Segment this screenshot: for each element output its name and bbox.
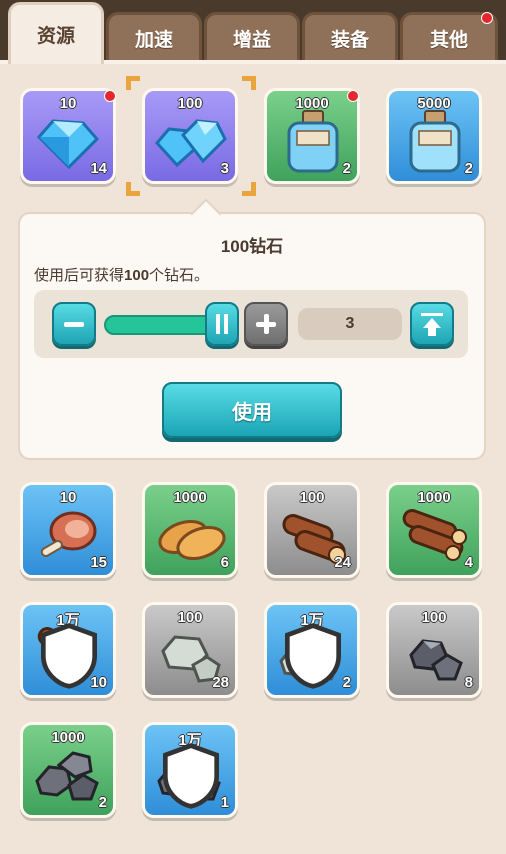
tab-other[interactable]: 其他 — [400, 12, 498, 62]
item-count: 6 — [220, 554, 229, 571]
notification-dot — [481, 12, 493, 24]
bread-icon — [158, 519, 226, 561]
item-ore[interactable]: 1000 2 — [20, 722, 116, 818]
item-bread[interactable]: 1000 6 — [142, 482, 238, 578]
item-count: 2 — [342, 674, 351, 691]
item-ore[interactable]: 100 8 — [386, 602, 482, 698]
tab-label: 装备 — [330, 30, 369, 51]
quantity-controls: 3 — [34, 290, 468, 358]
item-count: 24 — [334, 554, 351, 571]
item-meat[interactable]: 10 15 — [20, 482, 116, 578]
description-amount: 100 — [124, 267, 150, 284]
popup-pointer — [190, 198, 222, 230]
tab-speedup[interactable]: 加速 — [106, 12, 202, 62]
item-count: 8 — [464, 674, 473, 691]
category-tabs: 资源 加速 增益 装备 其他 — [0, 0, 506, 64]
tab-label: 其他 — [429, 30, 468, 51]
arrow-stem — [428, 328, 436, 336]
max-icon — [421, 313, 443, 316]
tab-label: 资源 — [36, 26, 75, 47]
wood-pile-icon — [402, 509, 467, 561]
tab-boost[interactable]: 增益 — [204, 12, 300, 62]
item-exp-potion-1000[interactable]: 1000 2 — [264, 88, 360, 184]
tab-label: 加速 — [134, 30, 173, 51]
tab-resources[interactable]: 资源 — [8, 2, 104, 64]
tab-equipment[interactable]: 装备 — [302, 12, 398, 62]
item-wood-bundle[interactable]: 1万 10 — [20, 602, 116, 698]
item-count: 2 — [342, 160, 351, 177]
selection-corner — [126, 76, 140, 90]
item-count: 3 — [220, 160, 229, 177]
item-diamond-100[interactable]: 100 3 — [142, 88, 238, 184]
item-count: 1 — [220, 794, 229, 811]
shield-icon — [285, 623, 341, 689]
item-detail-popup: 100钻石 使用后可获得100个钻石。 3 使用 — [18, 198, 486, 460]
increase-button[interactable] — [244, 302, 288, 346]
item-diamond-10[interactable]: 10 14 — [20, 88, 116, 184]
description-text: 使用后可获得 — [34, 267, 125, 284]
selection-corner — [126, 182, 140, 196]
item-count: 2 — [98, 794, 107, 811]
selection-corner — [242, 182, 256, 196]
notification-dot — [347, 90, 359, 102]
potion-bottle-icon — [287, 110, 339, 173]
item-ore-pile[interactable]: 1万 1 — [142, 722, 238, 818]
item-stone-pile[interactable]: 1万 2 — [264, 602, 360, 698]
item-wood[interactable]: 1000 4 — [386, 482, 482, 578]
shield-icon — [163, 743, 219, 809]
item-stone[interactable]: 100 28 — [142, 602, 238, 698]
arrow-up-icon — [423, 318, 441, 328]
popup-title: 100钻石 — [220, 237, 284, 256]
item-count: 4 — [464, 554, 473, 571]
potion-bottle-icon — [409, 110, 461, 173]
minus-icon — [64, 322, 84, 327]
use-button[interactable]: 使用 — [162, 382, 342, 438]
diamond-pile-icon — [154, 119, 227, 168]
item-count: 15 — [90, 554, 107, 571]
plus-icon — [264, 314, 269, 334]
notification-dot — [104, 90, 116, 102]
item-count: 14 — [90, 160, 107, 177]
item-count: 2 — [464, 160, 473, 177]
iron-ore-pile-icon — [35, 751, 99, 801]
decrease-button[interactable] — [52, 302, 96, 346]
description-text: 个钻石。 — [149, 267, 210, 284]
popup-description: 使用后可获得100个钻石。 — [34, 264, 209, 285]
item-wood[interactable]: 100 24 — [264, 482, 360, 578]
slider-handle[interactable] — [205, 302, 239, 346]
selection-corner — [242, 76, 256, 90]
inventory-panel: 10 14 100 3 1000 2 5000 2 100钻石 使用后可获得10… — [0, 60, 506, 854]
pause-bar-icon — [216, 314, 220, 334]
quantity-slider-track[interactable] — [104, 315, 214, 335]
item-count: 10 — [90, 674, 107, 691]
quantity-display: 3 — [298, 308, 402, 340]
tab-label: 增益 — [232, 30, 271, 51]
item-count: 28 — [212, 674, 229, 691]
pause-bar-icon — [224, 314, 228, 334]
iron-ore-icon — [409, 639, 463, 681]
item-exp-potion-5000[interactable]: 5000 2 — [386, 88, 482, 184]
max-quantity-button[interactable] — [410, 302, 454, 346]
